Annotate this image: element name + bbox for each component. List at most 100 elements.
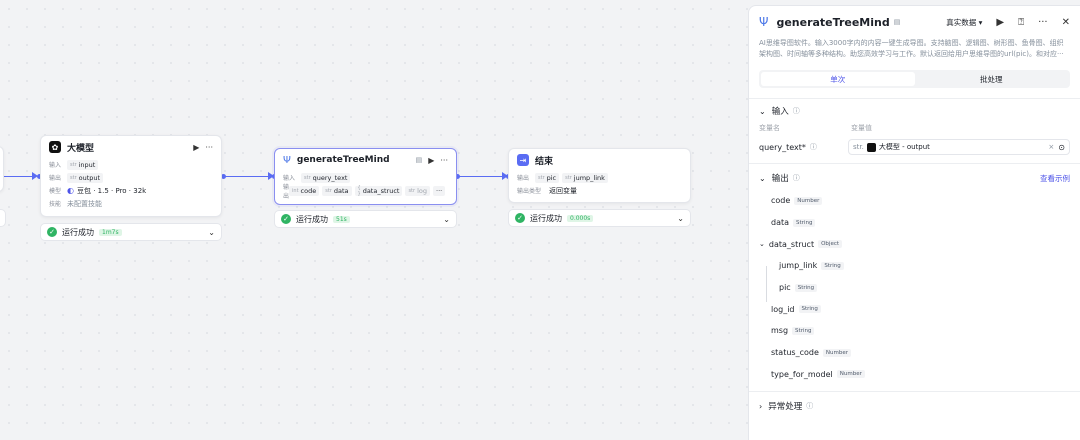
llm-node[interactable]: ✿ 大模型 ▶ ··· 输入 str input 输出 str output 模型 … <box>40 135 222 217</box>
help-icon[interactable]: ⍰ <box>1018 17 1024 28</box>
plugin-node[interactable]: Ψ generateTreeMind ▤ ▶ ··· 输入 str query_t… <box>274 148 457 205</box>
output-item: msg String <box>771 320 1080 342</box>
col-header: 变量名 <box>759 124 780 132</box>
output-item: data String <box>771 212 1080 234</box>
divider <box>749 391 1080 393</box>
chevron-down-icon: ⌄ <box>759 106 766 116</box>
llm-status-bar[interactable]: ✓ 运行成功 1m7s ⌄ <box>40 223 222 241</box>
end-status-bar[interactable]: ✓ 运行成功 0.000s ⌄ <box>508 209 691 227</box>
more-icon[interactable]: ··· <box>1038 17 1048 28</box>
workflow-canvas[interactable]: ✿ 大模型 ▶ ··· 输入 str input 输出 str output 模型 … <box>0 0 748 440</box>
tree-line <box>766 266 767 302</box>
node-output-row: 输出 int code str data { } data_struct str log… <box>275 184 456 200</box>
output-list: code Number data String ⌄ data_struct Object… <box>749 190 1080 385</box>
end-node[interactable]: ⇥ 结束 输出 str pic str jump_link 输出类型 返回变量 <box>508 148 691 203</box>
llm-icon <box>866 142 876 152</box>
output-name: type_for_model <box>771 369 833 379</box>
type-badge: String <box>793 218 816 227</box>
row-label: 输出 <box>517 175 530 182</box>
doc-icon[interactable]: ▤ <box>894 18 901 26</box>
output-name: code <box>771 196 791 206</box>
output-name: jump_link <box>779 261 818 271</box>
node-output-row: 输出 str output <box>41 171 221 184</box>
output-item: type_for_model Number <box>771 364 1080 386</box>
node-title: generateTreeMind <box>296 155 390 165</box>
output-item: pic String <box>771 277 1080 299</box>
info-icon: ⓘ <box>806 402 814 411</box>
chevron-right-icon: › <box>759 401 763 411</box>
output-name: pic <box>779 283 791 293</box>
var-table-header: 变量名 变量值 <box>749 123 1080 133</box>
close-icon[interactable]: ✕ <box>1062 17 1070 28</box>
param-tag: str log <box>405 185 430 196</box>
chevron-down-icon[interactable]: ⌄ <box>443 215 450 224</box>
param-name: output <box>78 173 101 182</box>
output-item[interactable]: ⌄ data_struct Object <box>759 233 1080 255</box>
param-tag: str query_text <box>301 172 351 183</box>
var-reference-field[interactable]: str. 大模型 - output × ⊙ <box>848 139 1070 155</box>
duration-badge: 0.000s <box>567 214 594 222</box>
chevron-down-icon[interactable]: ⌄ <box>759 240 765 248</box>
run-icon[interactable]: ▶ <box>428 156 434 165</box>
section-title: 异常处理 <box>768 402 803 413</box>
start-node-status-partial[interactable] <box>0 209 6 227</box>
edge-llm-plugin <box>224 176 268 177</box>
col-header: 变量值 <box>851 124 872 132</box>
clear-icon[interactable]: × <box>1048 143 1054 151</box>
ref-type: str. <box>853 143 864 151</box>
type-badge: String <box>798 305 821 314</box>
node-input-row: 输入 str query_text <box>275 171 456 184</box>
section-title: 输出 <box>771 174 789 184</box>
chevron-down-icon[interactable]: ⌄ <box>208 228 215 237</box>
output-item: code Number <box>771 190 1080 212</box>
output-name: status_code <box>771 348 819 358</box>
more-icon[interactable]: ··· <box>205 143 213 152</box>
param-name: pic <box>546 173 557 182</box>
node-type-row: 输出类型 返回变量 <box>509 184 690 197</box>
more-icon[interactable]: ··· <box>440 156 448 165</box>
type-label: str <box>325 187 332 194</box>
model-value: 豆包 · 1.5 · Pro · 32k <box>76 186 147 195</box>
param-tag: str jump_link <box>562 172 608 183</box>
run-icon[interactable]: ▶ <box>193 143 199 152</box>
param-tag: str data <box>322 185 352 196</box>
type-badge: Number <box>822 348 851 357</box>
tab-batch[interactable]: 批处理 <box>915 72 1069 86</box>
run-mode-tabs: 单次 批处理 <box>759 70 1070 88</box>
node-output-row: 输出 str pic str jump_link <box>509 171 690 184</box>
type-label: str <box>538 174 545 181</box>
info-icon: ⓘ <box>792 107 800 115</box>
row-label: 输出 <box>49 175 62 182</box>
output-section-header[interactable]: ⌄ 输出 ⓘ 查看示例 <box>749 166 1080 190</box>
status-text: 运行成功 <box>296 214 328 224</box>
param-tag: int code <box>289 185 320 196</box>
tab-single[interactable]: 单次 <box>761 72 915 86</box>
chevron-down-icon: ⌄ <box>759 173 766 183</box>
llm-icon: ✿ <box>49 141 61 153</box>
type-value: 返回变量 <box>549 186 577 195</box>
output-item: status_code Number <box>771 342 1080 364</box>
error-section-header[interactable]: › 异常处理 ⓘ <box>749 394 1080 418</box>
row-label: 输入 <box>49 162 62 169</box>
more-params-tag[interactable]: ··· <box>433 185 446 196</box>
param-name: jump_link <box>573 173 605 182</box>
test-run-panel: Ψ generateTreeMind ▤ 真实数据 ▾ ▶ ⍰ ··· ✕ AI… <box>748 5 1080 440</box>
input-section-header[interactable]: ⌄ 输入 ⓘ <box>749 99 1080 123</box>
data-source-value: 真实数据 <box>946 17 977 27</box>
type-label: str <box>70 161 77 168</box>
duration-badge: 51s <box>333 215 350 223</box>
type-badge: String <box>821 261 844 270</box>
start-node-partial[interactable] <box>0 146 4 192</box>
doc-icon: ▤ <box>415 156 423 164</box>
chevron-down-icon[interactable]: ⌄ <box>677 214 684 223</box>
param-name: log <box>417 186 427 195</box>
run-icon[interactable]: ▶ <box>996 17 1004 28</box>
target-icon[interactable]: ⊙ <box>1058 143 1065 152</box>
plugin-status-bar[interactable]: ✓ 运行成功 51s ⌄ <box>274 210 457 228</box>
type-badge: String <box>794 283 818 292</box>
check-icon: ✓ <box>47 227 57 237</box>
view-example-link[interactable]: 查看示例 <box>1040 173 1070 184</box>
data-source-select[interactable]: 真实数据 ▾ <box>946 17 982 28</box>
output-item: log_id String <box>771 298 1080 320</box>
duration-badge: 1m7s <box>99 228 122 236</box>
